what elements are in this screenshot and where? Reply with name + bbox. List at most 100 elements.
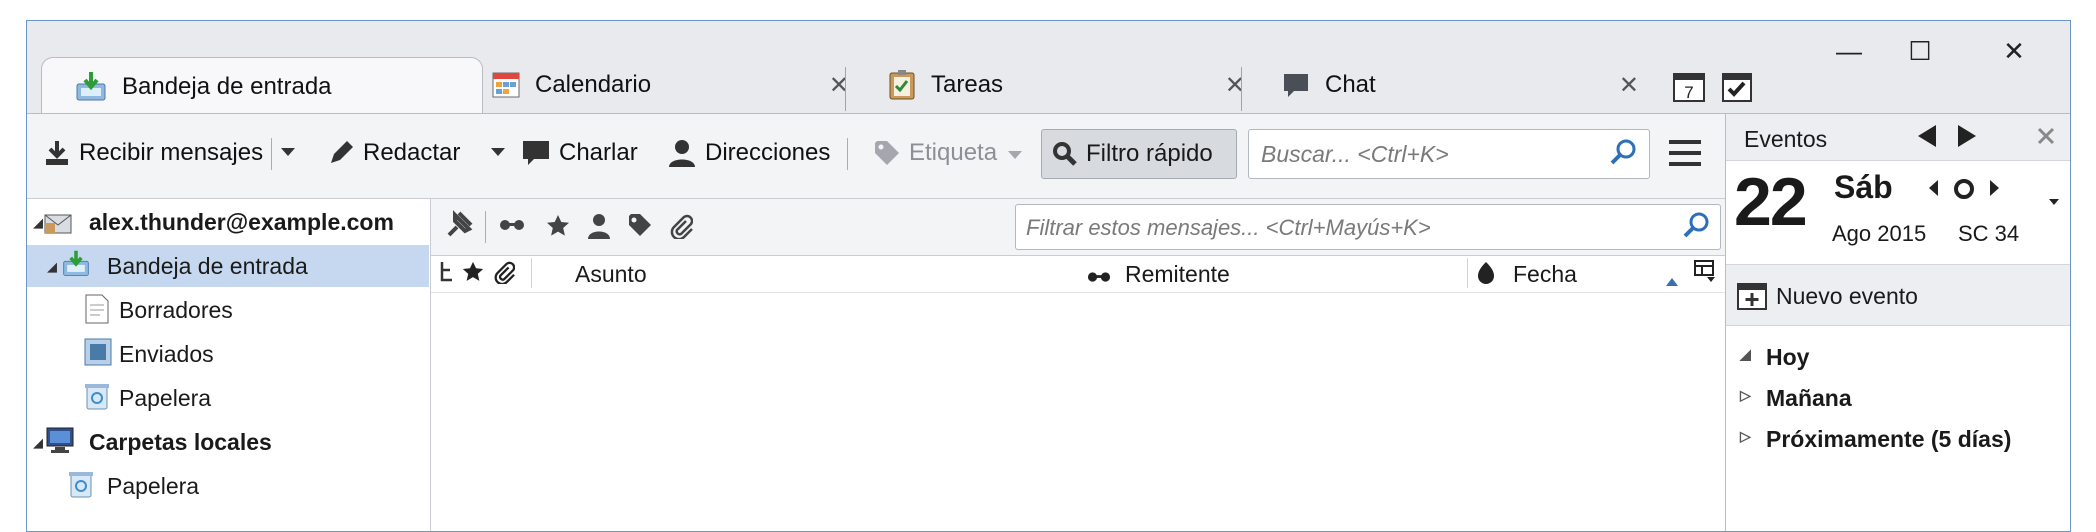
folder-local-trash[interactable]: Papelera bbox=[27, 465, 429, 507]
filter-placeholder: Filtrar estos mensajes... <Ctrl+Mayús+K> bbox=[1026, 215, 1431, 240]
minimize-button[interactable]: — bbox=[1813, 31, 1885, 71]
account-icon bbox=[43, 207, 73, 237]
tab-label: Tareas bbox=[931, 71, 1004, 98]
tag-icon bbox=[873, 139, 901, 167]
tab-strip: — ☐ ✕ Bandeja de entrada Calendario ✕ Ta… bbox=[27, 21, 2070, 115]
attachment-icon[interactable] bbox=[669, 213, 694, 244]
app-menu-icon[interactable] bbox=[1667, 136, 1703, 170]
folder-local-folders[interactable]: ◢ Carpetas locales bbox=[27, 421, 429, 463]
write-dropdown[interactable] bbox=[485, 130, 511, 176]
tag-filter-icon[interactable] bbox=[627, 213, 653, 244]
maximize-button[interactable]: ☐ bbox=[1884, 31, 1956, 71]
day-number: 22 bbox=[1734, 164, 1808, 240]
close-pane-icon[interactable] bbox=[2036, 126, 2056, 151]
pin-icon[interactable] bbox=[443, 209, 475, 246]
star-icon[interactable] bbox=[545, 213, 571, 244]
column-picker-icon[interactable] bbox=[1693, 258, 1717, 290]
local-folders-icon bbox=[45, 425, 75, 455]
star-column-icon[interactable] bbox=[461, 260, 485, 290]
next-day-icon[interactable] bbox=[1956, 123, 1978, 154]
sent-icon bbox=[83, 337, 113, 367]
inbox-icon bbox=[61, 249, 91, 279]
caret-down-icon bbox=[1007, 139, 1023, 167]
subject-column-header[interactable]: Asunto bbox=[575, 261, 647, 288]
tab-divider bbox=[1241, 67, 1242, 111]
mail-toolbar: Recibir mensajes Redactar Charlar Direcc… bbox=[27, 114, 1725, 199]
message-list-header: Asunto Remitente Fecha bbox=[431, 256, 1725, 293]
tag-button[interactable]: Etiqueta bbox=[873, 130, 1023, 176]
junk-column-icon[interactable] bbox=[1477, 260, 1495, 290]
new-event-icon bbox=[1736, 279, 1768, 316]
thread-column-icon[interactable] bbox=[439, 260, 455, 290]
read-status-column-icon[interactable] bbox=[1087, 264, 1111, 291]
divider bbox=[485, 211, 486, 243]
tab-chat[interactable]: Chat ✕ bbox=[1257, 57, 1657, 113]
search-placeholder: Buscar... <Ctrl+K> bbox=[1261, 141, 1449, 167]
divider bbox=[847, 138, 848, 170]
trash-icon bbox=[83, 381, 111, 411]
day-name: Sáb bbox=[1834, 169, 1893, 205]
caret-down-icon bbox=[280, 144, 296, 162]
date-column-header[interactable]: Fecha bbox=[1513, 261, 1577, 288]
chat-button[interactable]: Charlar bbox=[521, 130, 638, 176]
get-messages-button[interactable]: Recibir mensajes bbox=[43, 130, 263, 176]
tab-tasks[interactable]: Tareas ✕ bbox=[863, 57, 1263, 113]
download-icon bbox=[43, 139, 71, 167]
calendar-today-icon[interactable]: 7 bbox=[1672, 69, 1706, 108]
folder-drafts[interactable]: Borradores bbox=[27, 289, 429, 331]
attachment-column-icon[interactable] bbox=[493, 260, 516, 290]
tab-calendar[interactable]: Calendario ✕ bbox=[467, 57, 867, 113]
twisty-icon[interactable]: ◢ bbox=[1740, 346, 1751, 363]
quick-filter-button[interactable]: Filtro rápido bbox=[1041, 129, 1237, 179]
twisty-icon[interactable]: ◢ bbox=[33, 215, 43, 231]
month-year: Ago 2015 bbox=[1832, 221, 1927, 246]
events-title: Eventos bbox=[1744, 126, 1828, 152]
message-list[interactable] bbox=[431, 293, 1725, 531]
next-day-icon[interactable] bbox=[1988, 179, 2000, 202]
divider bbox=[271, 138, 272, 170]
contact-icon[interactable] bbox=[587, 213, 611, 244]
tab-label: Chat bbox=[1325, 71, 1376, 98]
folder-inbox[interactable]: ◢ Bandeja de entrada bbox=[27, 245, 429, 287]
events-header: Eventos bbox=[1726, 114, 2070, 161]
twisty-icon[interactable]: ◢ bbox=[33, 435, 43, 451]
twisty-icon[interactable]: ▷ bbox=[1740, 428, 1751, 445]
previous-day-icon[interactable] bbox=[1916, 123, 1938, 154]
thunderbird-window: — ☐ ✕ Bandeja de entrada Calendario ✕ Ta… bbox=[26, 20, 2071, 532]
tab-close-icon[interactable]: ✕ bbox=[1619, 71, 1639, 100]
new-event-button[interactable]: Nuevo evento bbox=[1726, 264, 2070, 326]
search-icon bbox=[1609, 138, 1639, 173]
caret-down-icon[interactable] bbox=[2048, 193, 2060, 211]
today-icon[interactable] bbox=[1952, 177, 1976, 206]
global-search-input[interactable]: Buscar... <Ctrl+K> bbox=[1248, 129, 1650, 179]
sort-ascending-icon bbox=[1665, 266, 1679, 293]
drafts-icon bbox=[83, 293, 111, 325]
event-group-tomorrow[interactable]: ▷ Mañana bbox=[1726, 379, 2070, 419]
get-messages-dropdown[interactable] bbox=[275, 130, 301, 176]
magnifier-icon bbox=[1052, 141, 1078, 167]
folder-sent[interactable]: Enviados bbox=[27, 333, 429, 375]
address-book-button[interactable]: Direcciones bbox=[667, 130, 830, 176]
folder-trash[interactable]: Papelera bbox=[27, 377, 429, 419]
close-window-button[interactable]: ✕ bbox=[1978, 31, 2050, 71]
twisty-icon[interactable]: ▷ bbox=[1740, 387, 1751, 404]
tab-divider bbox=[845, 67, 846, 111]
event-group-today[interactable]: ◢ Hoy bbox=[1726, 338, 2070, 378]
unread-filter-icon[interactable] bbox=[499, 217, 525, 238]
events-pane: Eventos 22 Sáb Ago 2015 SC 34 Nuevo even… bbox=[1725, 114, 2070, 531]
inbox-icon bbox=[74, 70, 108, 104]
twisty-icon[interactable]: ◢ bbox=[47, 259, 57, 275]
event-group-upcoming[interactable]: ▷ Próximamente (5 días) bbox=[1726, 420, 2070, 460]
previous-day-icon[interactable] bbox=[1928, 179, 1940, 202]
write-button[interactable]: Redactar bbox=[327, 130, 460, 176]
sender-column-header[interactable]: Remitente bbox=[1125, 261, 1230, 288]
column-divider bbox=[531, 258, 532, 288]
folder-pane: ◢ alex.thunder@example.com ◢ Bandeja de … bbox=[27, 199, 431, 531]
mini-day: 22 Sáb Ago 2015 SC 34 bbox=[1726, 161, 2070, 261]
calendar-icon bbox=[491, 70, 521, 100]
folder-account[interactable]: ◢ alex.thunder@example.com bbox=[27, 201, 429, 243]
task-mode-icon[interactable] bbox=[1720, 69, 1754, 108]
filter-messages-input[interactable]: Filtrar estos mensajes... <Ctrl+Mayús+K> bbox=[1015, 204, 1721, 250]
chat-icon bbox=[1281, 70, 1311, 100]
tab-inbox[interactable]: Bandeja de entrada bbox=[41, 57, 483, 115]
